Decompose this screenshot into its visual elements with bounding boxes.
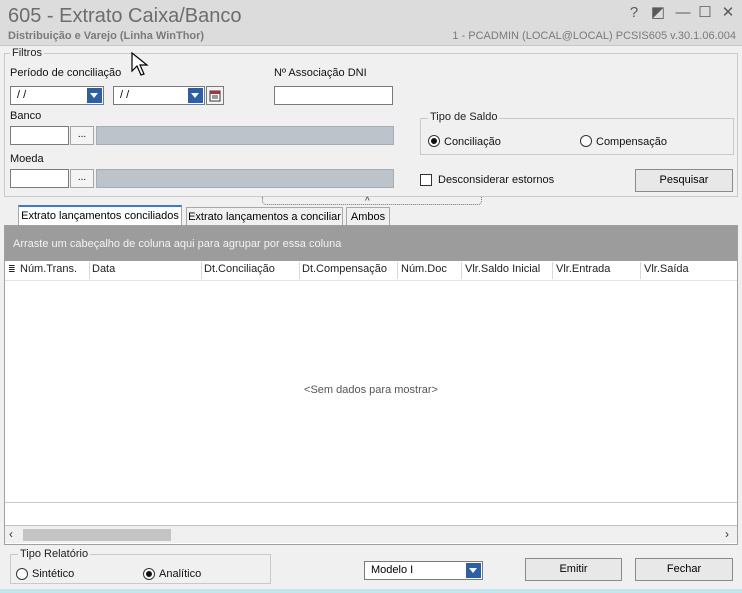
tab-a-conciliar[interactable]: Extrato lançamentos a conciliar bbox=[186, 207, 343, 227]
date-to-picker[interactable]: / / bbox=[113, 86, 205, 105]
periodo-label: Período de conciliação bbox=[10, 67, 122, 79]
desconsiderar-checkbox[interactable] bbox=[420, 174, 432, 186]
restore-icon[interactable]: ◩ bbox=[648, 4, 668, 22]
tab-label: Extrato lançamentos conciliados bbox=[21, 210, 179, 222]
column-header-num-doc[interactable]: Núm.Doc bbox=[401, 263, 447, 275]
session-info: 1 - PCADMIN (LOCAL@LOCAL) PCSIS605 v.30.… bbox=[452, 30, 736, 42]
grid-panel: Arraste um cabeçalho de coluna aqui para… bbox=[4, 225, 738, 545]
conciliacao-label: Conciliação bbox=[444, 136, 501, 148]
date-to-value: / / bbox=[120, 89, 130, 101]
tab-label: Ambos bbox=[350, 211, 386, 223]
tipo-relatorio-label: Tipo Relatório bbox=[18, 548, 91, 560]
date-from-value: / / bbox=[17, 89, 27, 101]
dni-label: Nº Associação DNI bbox=[274, 67, 367, 79]
moeda-input[interactable] bbox=[10, 169, 69, 188]
chevron-down-icon[interactable] bbox=[87, 88, 102, 103]
banco-input[interactable] bbox=[10, 126, 69, 145]
empty-grid-message: <Sem dados para mostrar> bbox=[304, 384, 438, 396]
analitico-label: Analítico bbox=[159, 568, 202, 580]
filters-group-label: Filtros bbox=[10, 47, 44, 59]
column-header-entrada[interactable]: Vlr.Entrada bbox=[556, 263, 610, 275]
analitico-radio[interactable] bbox=[143, 568, 155, 580]
chevron-down-icon[interactable] bbox=[188, 88, 203, 103]
sintetico-radio[interactable] bbox=[16, 568, 28, 580]
help-icon[interactable]: ? bbox=[624, 4, 644, 22]
moeda-label: Moeda bbox=[10, 153, 44, 165]
tab-label: Extrato lançamentos a conciliar bbox=[188, 211, 341, 223]
scrollbar-thumb[interactable] bbox=[23, 529, 171, 541]
modelo-value: Modelo I bbox=[371, 564, 414, 576]
footer-divider bbox=[5, 502, 737, 503]
panel-splitter[interactable] bbox=[262, 197, 482, 205]
banco-lookup-button[interactable]: ... bbox=[70, 126, 94, 145]
banco-label: Banco bbox=[10, 110, 42, 122]
close-icon[interactable]: ✕ bbox=[718, 4, 738, 22]
column-header-dt-compensacao[interactable]: Dt.Compensação bbox=[302, 263, 387, 275]
banco-description bbox=[96, 126, 394, 145]
compensacao-label: Compensação bbox=[596, 136, 667, 148]
column-header-saldo-inicial[interactable]: Vlr.Saldo Inicial bbox=[465, 263, 540, 275]
compensacao-radio[interactable] bbox=[580, 135, 592, 147]
column-divider[interactable] bbox=[461, 262, 462, 279]
minimize-icon[interactable]: — bbox=[673, 4, 693, 22]
sintetico-label: Sintético bbox=[32, 568, 75, 580]
desconsiderar-label: Desconsiderar estornos bbox=[438, 174, 555, 186]
calendar-icon[interactable] bbox=[206, 86, 224, 105]
date-from-picker[interactable]: / / bbox=[10, 86, 104, 105]
column-chooser-icon[interactable]: ≣ bbox=[8, 264, 16, 275]
tipo-saldo-label: Tipo de Saldo bbox=[428, 111, 500, 123]
horizontal-scrollbar[interactable]: ‹ › bbox=[5, 525, 737, 543]
column-divider[interactable] bbox=[299, 262, 300, 279]
column-header-dt-conciliacao[interactable]: Dt.Conciliação bbox=[204, 263, 275, 275]
window-subtitle: Distribuição e Varejo (Linha WinThor) bbox=[8, 30, 205, 42]
header-divider bbox=[5, 280, 737, 281]
window-title: 605 - Extrato Caixa/Banco bbox=[8, 5, 242, 27]
tab-ambos[interactable]: Ambos bbox=[346, 207, 390, 227]
chevron-down-icon[interactable] bbox=[466, 563, 481, 578]
title-bar: 605 - Extrato Caixa/Banco Distribuição e… bbox=[0, 0, 742, 46]
column-header-num-trans[interactable]: Núm.Trans. bbox=[20, 263, 77, 275]
emitir-label: Emitir bbox=[559, 563, 588, 575]
group-by-area[interactable]: Arraste um cabeçalho de coluna aqui para… bbox=[5, 226, 737, 261]
moeda-description bbox=[96, 169, 394, 188]
scroll-left-icon[interactable]: ‹ bbox=[9, 527, 13, 541]
column-divider[interactable] bbox=[640, 262, 641, 279]
modelo-select[interactable]: Modelo I bbox=[364, 561, 483, 580]
emitir-button[interactable]: Emitir bbox=[525, 558, 622, 581]
column-header-saida[interactable]: Vlr.Saída bbox=[644, 263, 689, 275]
pesquisar-label: Pesquisar bbox=[659, 174, 709, 186]
column-divider[interactable] bbox=[552, 262, 553, 279]
fechar-button[interactable]: Fechar bbox=[635, 558, 733, 581]
column-divider[interactable] bbox=[397, 262, 398, 279]
column-divider[interactable] bbox=[201, 262, 202, 279]
column-header-data[interactable]: Data bbox=[92, 263, 115, 275]
scroll-right-icon[interactable]: › bbox=[725, 527, 729, 541]
dni-input[interactable] bbox=[274, 86, 393, 105]
maximize-icon[interactable]: ☐ bbox=[695, 4, 715, 22]
column-divider[interactable] bbox=[89, 262, 90, 279]
mouse-cursor-icon bbox=[131, 51, 151, 81]
moeda-lookup-button[interactable]: ... bbox=[70, 169, 94, 188]
pesquisar-button[interactable]: Pesquisar bbox=[635, 169, 733, 192]
conciliacao-radio[interactable] bbox=[428, 135, 440, 147]
fechar-label: Fechar bbox=[666, 563, 702, 575]
tab-conciliados[interactable]: Extrato lançamentos conciliados bbox=[18, 205, 182, 227]
window-bottom-border bbox=[0, 589, 742, 593]
chevron-up-icon[interactable]: ^ bbox=[365, 196, 370, 207]
